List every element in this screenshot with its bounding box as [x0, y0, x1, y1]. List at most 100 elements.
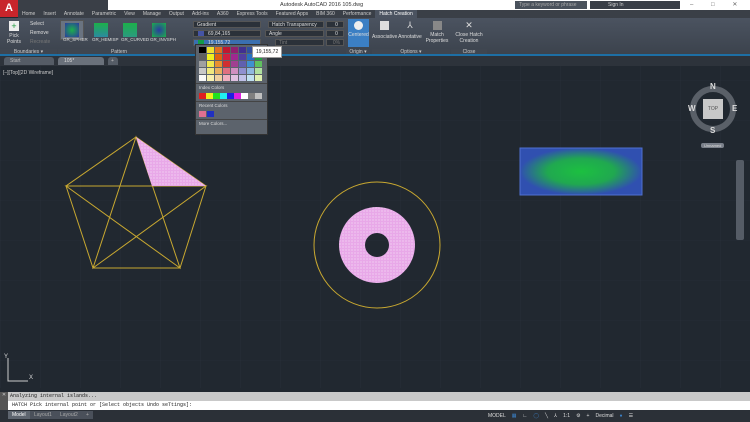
tint-field[interactable]: Tint: [275, 39, 324, 46]
hatch-type-select[interactable]: Gradient: [193, 21, 261, 28]
color-swatch[interactable]: [215, 47, 222, 53]
command-line-handle[interactable]: ✕: [0, 392, 8, 410]
tab-performance[interactable]: Performance: [339, 10, 376, 18]
window-controls[interactable]: – □ ✕: [690, 1, 737, 8]
viewcube-top-face[interactable]: TOP: [703, 99, 723, 119]
color-swatch[interactable]: [247, 75, 254, 81]
gradient-hatch-rectangle[interactable]: [519, 147, 643, 196]
compass-w[interactable]: W: [688, 104, 696, 113]
select-button[interactable]: Select: [30, 21, 44, 27]
tab-bim-360[interactable]: BIM 360: [312, 10, 339, 18]
command-input[interactable]: HATCH Pick internal point or [Select obj…: [8, 401, 750, 410]
recent-color-swatch[interactable]: [199, 111, 206, 117]
color-swatch[interactable]: [207, 68, 214, 74]
layout-tab-layout2[interactable]: Layout2: [56, 411, 82, 419]
centered-button[interactable]: Centered: [348, 19, 369, 47]
plus-icon[interactable]: +: [587, 410, 590, 422]
compass-s[interactable]: S: [710, 126, 715, 135]
index-color-swatch[interactable]: [241, 93, 248, 99]
index-color-swatch[interactable]: [213, 93, 220, 99]
compass-e[interactable]: E: [732, 104, 737, 113]
pattern-gr-spher[interactable]: GR_SPHER: [60, 20, 88, 42]
color-swatch[interactable]: [239, 75, 246, 81]
tab-annotate[interactable]: Annotate: [60, 10, 88, 18]
color-swatch[interactable]: [207, 61, 214, 67]
minimize-button[interactable]: –: [690, 2, 693, 8]
color-swatch[interactable]: [231, 61, 238, 67]
angle-field[interactable]: Angle: [265, 30, 324, 37]
recreate-button[interactable]: Recreate: [30, 39, 50, 45]
color-swatch[interactable]: [239, 54, 246, 60]
grid-toggle-icon[interactable]: ▦: [512, 410, 517, 422]
remove-button[interactable]: Remove: [30, 30, 49, 36]
pink-hatch-donut[interactable]: [339, 207, 415, 283]
annotation-visibility-icon[interactable]: ⅄: [554, 410, 557, 422]
pattern-gr-curved[interactable]: GR_CURVED: [118, 20, 149, 42]
application-menu-button[interactable]: A: [0, 0, 18, 17]
tab-hatch-creation[interactable]: Hatch Creation: [375, 10, 417, 18]
color-swatch[interactable]: [223, 47, 230, 53]
transparency-value[interactable]: 0: [326, 21, 344, 28]
color-swatch[interactable]: [239, 61, 246, 67]
sign-in-button[interactable]: Sign In: [590, 1, 680, 9]
tab-express-tools[interactable]: Express Tools: [233, 10, 272, 18]
quick-access-toolbar[interactable]: [18, 0, 108, 10]
close-hatch-creation-button[interactable]: ✕ Close Hatch Creation: [452, 20, 486, 44]
ortho-icon[interactable]: ∟: [523, 410, 528, 422]
color-swatch[interactable]: [223, 68, 230, 74]
color-swatch[interactable]: [239, 47, 246, 53]
osnap-icon[interactable]: ╲: [545, 410, 548, 422]
tab-output[interactable]: Output: [165, 10, 188, 18]
compass-n[interactable]: N: [710, 82, 716, 91]
color-swatch[interactable]: [199, 75, 206, 81]
color-swatch[interactable]: [199, 54, 206, 60]
index-color-swatch[interactable]: [234, 93, 241, 99]
color-swatch[interactable]: [231, 75, 238, 81]
layout-tab-model[interactable]: Model: [8, 411, 30, 419]
color-swatch[interactable]: [215, 75, 222, 81]
color-swatch[interactable]: [215, 54, 222, 60]
color-swatch[interactable]: [231, 47, 238, 53]
ucs-menu[interactable]: Unnamed: [701, 143, 725, 148]
color-swatch[interactable]: [255, 61, 262, 67]
model-space-button[interactable]: MODEL: [488, 410, 506, 422]
index-color-swatch[interactable]: [255, 93, 262, 99]
associative-button[interactable]: Associative: [372, 21, 397, 40]
index-color-swatch[interactable]: [206, 93, 213, 99]
units-select[interactable]: Decimal: [595, 410, 613, 422]
index-color-swatch[interactable]: [248, 93, 255, 99]
pattern-gr-hemisp[interactable]: GR_HEMISP: [89, 20, 119, 42]
tab-add-ins[interactable]: Add-ins: [188, 10, 213, 18]
color-swatch[interactable]: [239, 68, 246, 74]
color-swatch[interactable]: [223, 61, 230, 67]
color-swatch[interactable]: [231, 68, 238, 74]
layout-tab-layout1[interactable]: Layout1: [30, 411, 56, 419]
hatch-transparency-field[interactable]: Hatch Transparency: [268, 21, 324, 28]
workspace-gear-icon[interactable]: ⚙: [576, 410, 580, 422]
new-layout-button[interactable]: +: [82, 411, 93, 419]
color-swatch[interactable]: [207, 54, 214, 60]
color-swatch[interactable]: [231, 54, 238, 60]
tab-insert[interactable]: Insert: [39, 10, 60, 18]
color-swatch[interactable]: [215, 61, 222, 67]
tab-home[interactable]: Home: [18, 10, 39, 18]
tab-featured-apps[interactable]: Featured Apps: [272, 10, 313, 18]
more-colors-button[interactable]: More Colors...: [196, 119, 267, 127]
match-properties-button[interactable]: Match Properties: [425, 21, 449, 44]
color-swatch[interactable]: [255, 68, 262, 74]
annotative-button[interactable]: ⅄ Annotative: [397, 21, 423, 41]
new-tab-button[interactable]: +: [108, 57, 118, 65]
color-swatch[interactable]: [247, 68, 254, 74]
file-tab-105[interactable]: 105*: [58, 57, 104, 65]
tab-view[interactable]: View: [120, 10, 139, 18]
maximize-button[interactable]: □: [711, 2, 715, 8]
color-swatch[interactable]: [199, 47, 206, 53]
color-swatch[interactable]: [247, 61, 254, 67]
recent-color-swatch[interactable]: [207, 111, 214, 117]
angle-value[interactable]: 0: [326, 30, 344, 37]
annotation-scale[interactable]: 1:1: [563, 410, 570, 422]
drawing-canvas[interactable]: [0, 66, 750, 388]
pick-points-button[interactable]: + Pick Points: [2, 21, 26, 45]
tab-parametric[interactable]: Parametric: [88, 10, 120, 18]
color-swatch[interactable]: [207, 75, 214, 81]
